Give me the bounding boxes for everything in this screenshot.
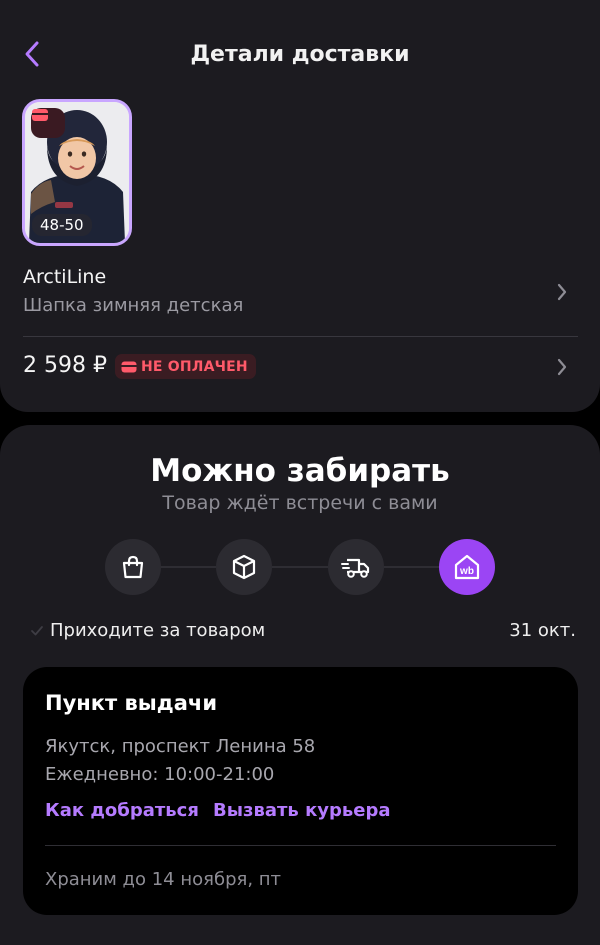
- step-connector: [384, 566, 440, 568]
- current-step-info: Приходите за товаром: [30, 620, 265, 641]
- step-in-transit: [328, 539, 384, 595]
- pickup-address: Якутск, проспект Ленина 58: [45, 736, 316, 757]
- product-thumbnail[interactable]: 48-50: [22, 99, 132, 246]
- current-step-date: 31 окт.: [509, 620, 576, 641]
- step-packed: [216, 539, 272, 595]
- delivery-status-card: Можно забирать Товар ждёт встречи с вами: [0, 425, 600, 945]
- payment-details-button[interactable]: [552, 357, 572, 377]
- header: Детали доставки: [0, 0, 600, 100]
- product-brand[interactable]: ArctiLine: [23, 266, 106, 288]
- svg-text:wb: wb: [459, 566, 474, 577]
- credit-card-icon: [32, 109, 48, 121]
- unpaid-badge: [31, 108, 65, 138]
- product-details-button[interactable]: [552, 282, 572, 302]
- product-price: 2 598 ₽: [23, 353, 107, 378]
- page-title: Детали доставки: [190, 42, 410, 67]
- step-ready-for-pickup: wb: [439, 539, 495, 595]
- divider: [45, 845, 556, 846]
- delivery-truck-icon: [341, 558, 370, 578]
- size-chip: 48-50: [32, 214, 92, 236]
- shopping-bag-icon: [122, 555, 144, 579]
- delivery-progress: wb: [0, 537, 600, 597]
- call-courier-link[interactable]: Вызвать курьера: [213, 800, 391, 821]
- step-connector: [160, 566, 216, 568]
- product-name[interactable]: Шапка зимняя детская: [23, 295, 243, 316]
- credit-card-icon: [121, 361, 137, 372]
- storage-note: Храним до 14 ноября, пт: [45, 869, 282, 890]
- product-card: Детали доставки 48-50 ArctiLine Шапка зи…: [0, 0, 600, 412]
- directions-link[interactable]: Как добраться: [45, 800, 199, 821]
- status-title: Можно забирать: [150, 453, 450, 489]
- pickup-title: Пункт выдачи: [45, 691, 218, 715]
- chevron-right-icon: [557, 283, 567, 301]
- divider: [23, 336, 578, 337]
- payment-status-badge: НЕ ОПЛАЧЕН: [115, 354, 256, 379]
- current-step-label: Приходите за товаром: [50, 620, 266, 641]
- pickup-point-card: Пункт выдачи Якутск, проспект Ленина 58 …: [23, 667, 578, 915]
- chevron-right-icon: [557, 358, 567, 376]
- step-ordered: [105, 539, 161, 595]
- checkmark-icon: [31, 625, 43, 635]
- step-connector: [272, 566, 328, 568]
- box-icon: [232, 554, 256, 580]
- payment-status-label: НЕ ОПЛАЧЕН: [141, 358, 248, 375]
- status-subtitle: Товар ждёт встречи с вами: [162, 492, 438, 514]
- pickup-hours: Ежедневно: 10:00-21:00: [45, 764, 275, 785]
- wb-pickup-point-icon: wb: [454, 554, 480, 580]
